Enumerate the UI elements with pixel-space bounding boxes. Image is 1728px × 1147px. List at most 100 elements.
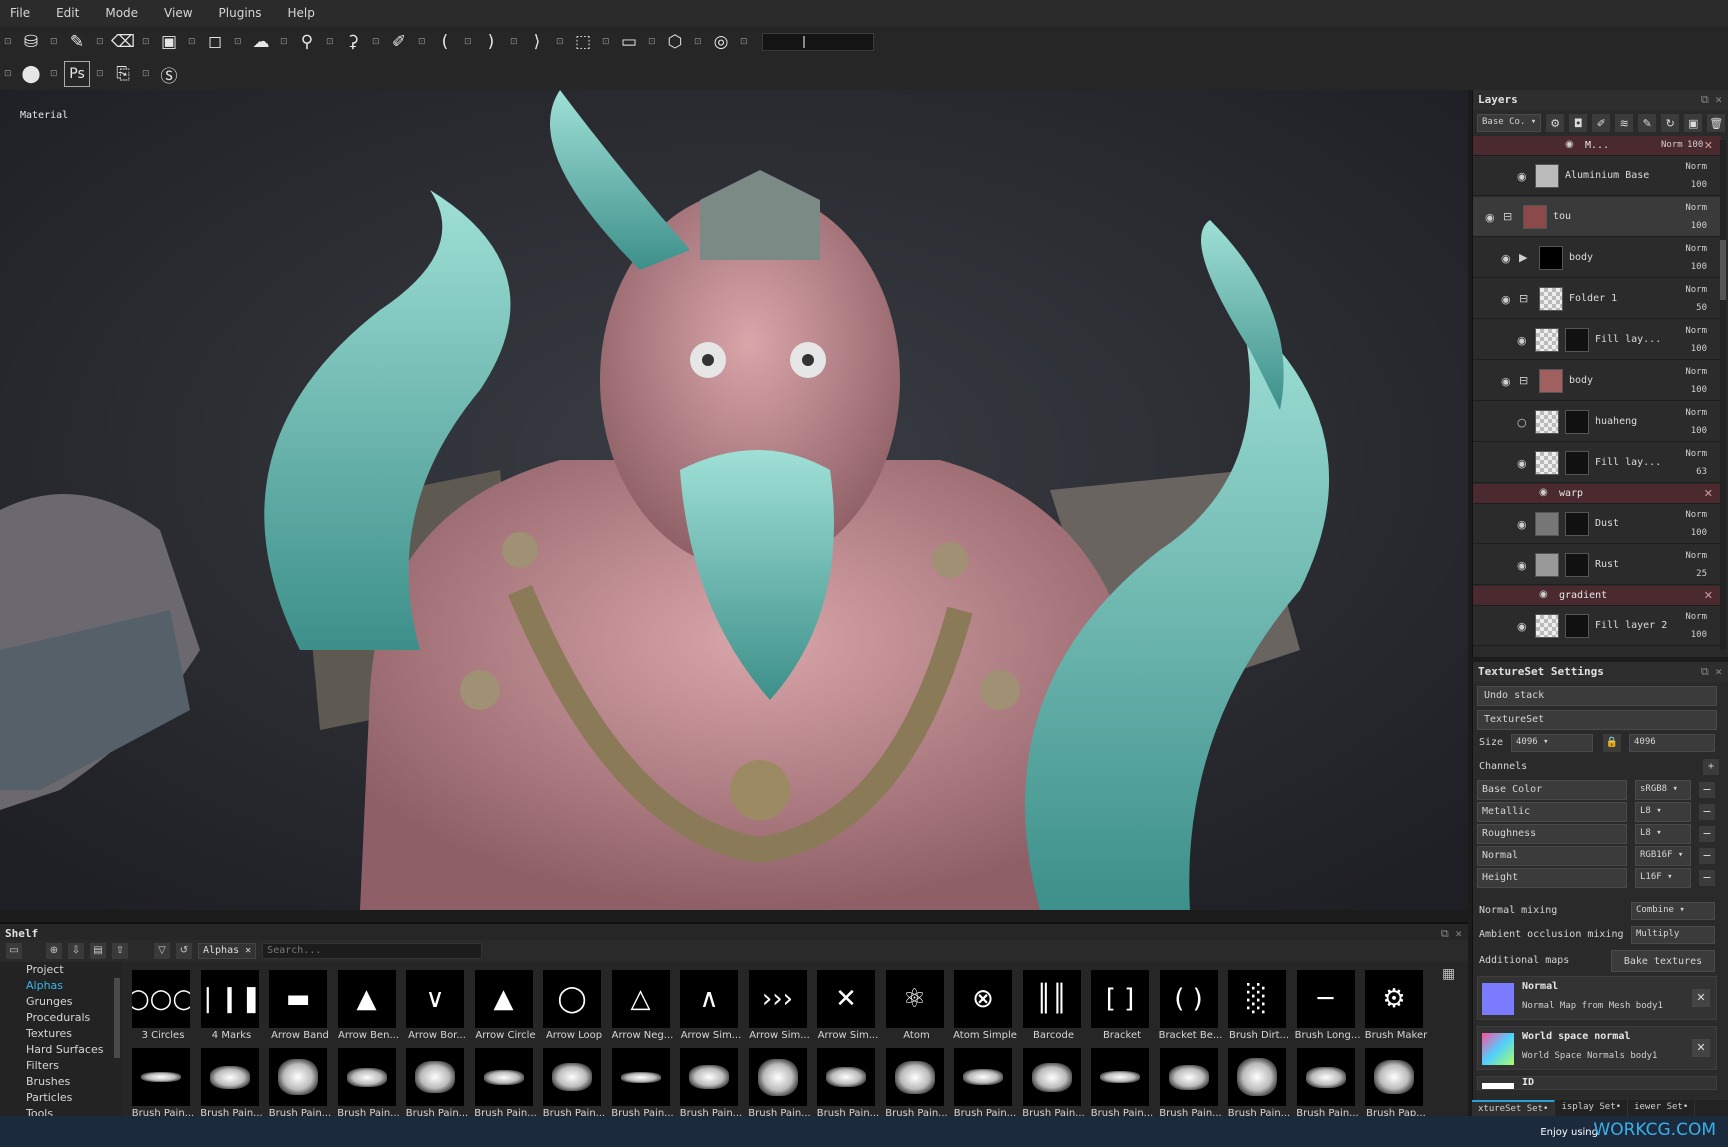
shelf-alpha-item[interactable]: Brush Pain... xyxy=(1295,1048,1359,1124)
eye-icon[interactable]: ◉ xyxy=(1565,139,1574,150)
layer-opacity[interactable]: 100 xyxy=(1691,180,1707,190)
layer-row[interactable]: ○ huaheng Norm 100 xyxy=(1473,402,1721,442)
layer-row[interactable]: ◉ ▶ body Norm 100 xyxy=(1473,238,1721,278)
layer-opacity[interactable]: 100 xyxy=(1691,385,1707,395)
shelf-alpha-item[interactable]: ⚙ Brush Maker xyxy=(1363,970,1427,1046)
textureset-bar[interactable]: TextureSet xyxy=(1477,710,1717,730)
shelf-search-input[interactable]: Search... xyxy=(262,943,483,959)
symmetry-x-icon[interactable]: ) xyxy=(478,29,504,55)
shelf-alpha-item[interactable]: Brush Pain... xyxy=(884,1048,948,1124)
channel-name-field[interactable]: Height xyxy=(1477,868,1627,888)
shelf-alpha-item[interactable]: △ Arrow Neg... xyxy=(610,970,673,1046)
add-folder-icon[interactable]: ▣ xyxy=(1684,114,1703,132)
remove-map-icon[interactable]: ✕ xyxy=(1692,1039,1710,1057)
layer-blend-mode[interactable]: Norm xyxy=(1685,510,1707,520)
symmetry-icon[interactable]: ( xyxy=(432,29,458,55)
layer-row[interactable]: ◉ Rust Norm 25 xyxy=(1473,545,1721,585)
shelf-alpha-item[interactable]: ⚛ Atom xyxy=(884,970,946,1046)
shelf-alpha-item[interactable]: ( ) Bracket Be... xyxy=(1158,970,1222,1046)
channel-format-dropdown[interactable]: sRGB8 ▾ xyxy=(1635,780,1691,800)
shelf-alpha-item[interactable]: Brush Pain... xyxy=(541,1048,605,1124)
shelf-alpha-item[interactable]: ∨ Arrow Bor... xyxy=(404,970,466,1046)
layer-blend-mode[interactable]: Norm xyxy=(1685,326,1707,336)
eye-icon[interactable]: ◉ xyxy=(1501,375,1511,388)
folder-icon[interactable]: ⊟ xyxy=(1503,210,1512,223)
shelf-alpha-item[interactable]: Brush Pain... xyxy=(473,1048,537,1124)
shelf-category-project[interactable]: Project xyxy=(0,962,122,978)
lock-icon[interactable]: 🔒 xyxy=(1603,734,1621,752)
clone-icon[interactable]: ⚲ xyxy=(294,29,320,55)
remove-channel-icon[interactable]: − xyxy=(1699,804,1715,820)
size-dropdown-2[interactable]: 4096 xyxy=(1629,734,1715,752)
render-icon[interactable]: ◎ xyxy=(708,29,734,55)
remove-effect-icon[interactable]: ✕ xyxy=(1704,589,1713,602)
shelf-tab-alphas[interactable]: Alphas ✕ xyxy=(198,943,257,959)
remove-channel-icon[interactable]: − xyxy=(1699,782,1715,798)
shelf-alpha-item[interactable]: ∧ Arrow Sim... xyxy=(678,970,741,1046)
ao-mixing-dropdown[interactable]: Multiply xyxy=(1631,926,1715,944)
additional-map-row[interactable]: ID xyxy=(1477,1076,1717,1090)
layer-row[interactable]: ◉ Fill lay... Norm 100 xyxy=(1473,320,1721,360)
folder-icon[interactable]: ▶ xyxy=(1519,251,1527,264)
add-filter-icon[interactable]: ✐ xyxy=(1592,114,1611,132)
shelf-category-procedurals[interactable]: Procedurals xyxy=(0,1010,122,1026)
layer-row[interactable]: ◉ Dust Norm 100 xyxy=(1473,504,1721,544)
shelf-alpha-item[interactable]: Brush Pain... xyxy=(199,1048,263,1124)
layer-row[interactable]: ◉ ⊟ Folder 1 Norm 50 xyxy=(1473,279,1721,319)
import-icon[interactable]: ⇩ xyxy=(68,943,84,959)
channel-name-field[interactable]: Base Color xyxy=(1477,780,1627,800)
shelf-alpha-item[interactable]: Brush Pain... xyxy=(678,1048,742,1124)
shelf-alpha-item[interactable]: ❘❙❚ 4 Marks xyxy=(199,970,261,1046)
symmetry-mirror-icon[interactable]: ⟩ xyxy=(524,29,550,55)
shelf-alpha-item[interactable]: Brush Pain... xyxy=(1226,1048,1290,1124)
eye-icon[interactable]: ◉ xyxy=(1539,589,1548,600)
shelf-category-hard-surfaces[interactable]: Hard Surfaces xyxy=(0,1042,122,1058)
panel-tab[interactable]: xtureSet Set• xyxy=(1472,1100,1556,1116)
remove-map-icon[interactable]: ✕ xyxy=(1692,989,1710,1007)
layer-blend-mode[interactable]: Norm xyxy=(1685,551,1707,561)
logo-icon[interactable]: ⛁ xyxy=(18,29,44,55)
camera-icon[interactable]: ⬚ xyxy=(570,29,596,55)
shelf-alpha-item[interactable]: ─ Brush Long... xyxy=(1295,970,1360,1046)
add-mask-icon[interactable]: ◘ xyxy=(1569,114,1588,132)
smudge-icon[interactable]: ☁ xyxy=(248,29,274,55)
additional-map-row[interactable]: Normal Normal Map from Mesh body1 ✕ xyxy=(1477,976,1717,1020)
layer-opacity[interactable]: 100 xyxy=(1691,262,1707,272)
layer-opacity[interactable]: 100 xyxy=(1691,630,1707,640)
folder-icon[interactable]: ⊟ xyxy=(1519,374,1528,387)
shelf-alpha-item[interactable]: ✕ Arrow Sim... xyxy=(815,970,878,1046)
panel-tab[interactable]: iewer Set• xyxy=(1628,1100,1696,1116)
layer-effect-row[interactable]: ◉ gradient ✕ xyxy=(1473,586,1721,606)
normal-mixing-dropdown[interactable]: Combine ▾ xyxy=(1631,902,1715,920)
categories-scrollbar[interactable] xyxy=(114,978,120,1058)
eye-icon[interactable]: ◉ xyxy=(1517,620,1527,633)
layer-row[interactable]: ◉ ⊟ body Norm 100 xyxy=(1473,361,1721,401)
layer-blend-mode[interactable]: Norm xyxy=(1685,408,1707,418)
layer-row[interactable]: ◉ Fill layer 2 Norm 100 xyxy=(1473,606,1721,646)
eye-icon[interactable]: ◉ xyxy=(1501,293,1511,306)
brush-size-slider[interactable] xyxy=(762,33,874,51)
eye-icon[interactable]: ○ xyxy=(1517,416,1527,429)
layer-opacity[interactable]: 50 xyxy=(1696,303,1707,313)
shelf-category-grunges[interactable]: Grunges xyxy=(0,994,122,1010)
projection-icon[interactable]: ▣ xyxy=(156,29,182,55)
channel-format-dropdown[interactable]: L8 ▾ xyxy=(1635,824,1691,844)
layer-opacity[interactable]: 100 xyxy=(1691,426,1707,436)
channel-name-field[interactable]: Metallic xyxy=(1477,802,1627,822)
channel-format-dropdown[interactable]: L8 ▾ xyxy=(1635,802,1691,822)
layer-blend-mode[interactable]: Norm xyxy=(1685,367,1707,377)
remove-channel-icon[interactable]: − xyxy=(1699,848,1715,864)
shelf-alpha-item[interactable]: Brush Pain... xyxy=(1158,1048,1222,1124)
refresh-icon[interactable]: ↺ xyxy=(176,943,192,959)
shelf-alpha-item[interactable]: Brush Pain... xyxy=(1021,1048,1085,1124)
remove-effect-icon[interactable]: ✕ xyxy=(1704,139,1713,152)
shelf-category-textures[interactable]: Textures xyxy=(0,1026,122,1042)
filter-icon[interactable]: ▽ xyxy=(154,943,170,959)
add-paint-layer-icon[interactable]: ✎ xyxy=(1638,114,1657,132)
eye-icon[interactable]: ◉ xyxy=(1517,170,1527,183)
save-icon[interactable]: ▤ xyxy=(90,943,106,959)
layers-scrollbar[interactable] xyxy=(1720,140,1726,650)
layer-opacity[interactable]: 63 xyxy=(1696,467,1707,477)
add-fill-layer-icon[interactable]: ≋ xyxy=(1615,114,1634,132)
shelf-alpha-item[interactable]: ○○○ 3 Circles xyxy=(130,970,192,1046)
